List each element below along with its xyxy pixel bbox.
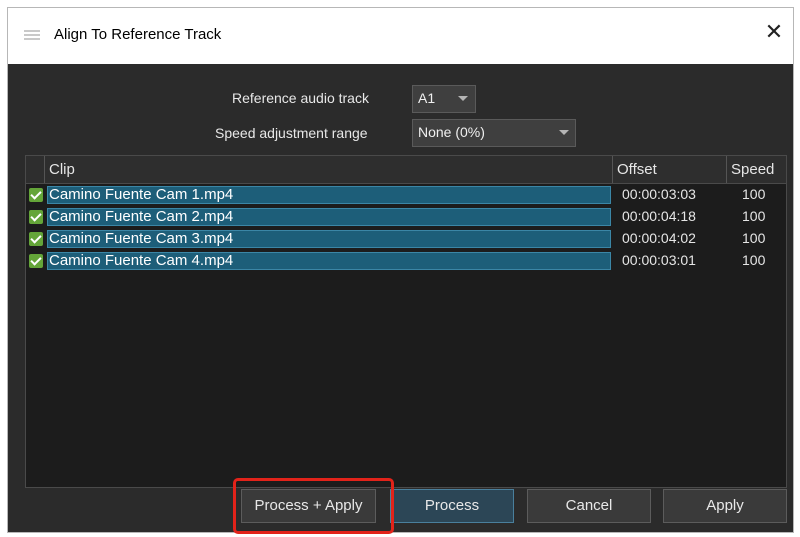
clip-speed: 100 (742, 252, 766, 268)
highlight-box (233, 478, 394, 534)
clips-table[interactable]: Clip Offset Speed Camino Fuente Cam 1.mp… (25, 155, 787, 488)
table-header: Clip Offset Speed (26, 156, 786, 184)
clip-offset: 00:00:03:03 (622, 186, 696, 202)
reference-track-label: Reference audio track (232, 90, 369, 106)
app-menu-icon (24, 30, 40, 42)
speed-range-select[interactable]: None (0%) (412, 119, 576, 147)
checkbox[interactable] (29, 188, 43, 202)
clip-name: Camino Fuente Cam 3.mp4 (47, 230, 611, 248)
speed-range-label: Speed adjustment range (215, 125, 368, 141)
column-header-offset[interactable]: Offset (612, 156, 726, 183)
table-row[interactable]: Camino Fuente Cam 2.mp4 00:00:04:18 100 (26, 206, 786, 228)
process-button[interactable]: Process (390, 489, 514, 523)
reference-track-value: A1 (418, 90, 436, 106)
clip-name: Camino Fuente Cam 2.mp4 (47, 208, 611, 226)
cancel-button[interactable]: Cancel (527, 489, 651, 523)
clip-offset: 00:00:03:01 (622, 252, 696, 268)
clip-offset: 00:00:04:18 (622, 208, 696, 224)
column-header-clip[interactable]: Clip (44, 156, 612, 183)
chevron-down-icon (458, 96, 468, 101)
clip-name: Camino Fuente Cam 4.mp4 (47, 252, 611, 270)
align-dialog: Align To Reference Track ✕ Reference aud… (7, 7, 794, 534)
title-bar: Align To Reference Track ✕ (8, 8, 793, 64)
checkbox[interactable] (29, 254, 43, 268)
clip-speed: 100 (742, 208, 766, 224)
checkbox[interactable] (29, 232, 43, 246)
table-row[interactable]: Camino Fuente Cam 1.mp4 00:00:03:03 100 (26, 184, 786, 206)
clip-offset: 00:00:04:02 (622, 230, 696, 246)
clip-name: Camino Fuente Cam 1.mp4 (47, 186, 611, 204)
table-row[interactable]: Camino Fuente Cam 3.mp4 00:00:04:02 100 (26, 228, 786, 250)
chevron-down-icon (559, 130, 569, 135)
column-header-speed[interactable]: Speed (726, 156, 786, 183)
table-row[interactable]: Camino Fuente Cam 4.mp4 00:00:03:01 100 (26, 250, 786, 272)
clip-speed: 100 (742, 230, 766, 246)
dialog-title: Align To Reference Track (54, 26, 222, 43)
close-icon[interactable]: ✕ (759, 18, 789, 48)
apply-button[interactable]: Apply (663, 489, 787, 523)
reference-track-select[interactable]: A1 (412, 85, 476, 113)
clip-speed: 100 (742, 186, 766, 202)
checkbox[interactable] (29, 210, 43, 224)
speed-range-value: None (0%) (418, 124, 485, 140)
